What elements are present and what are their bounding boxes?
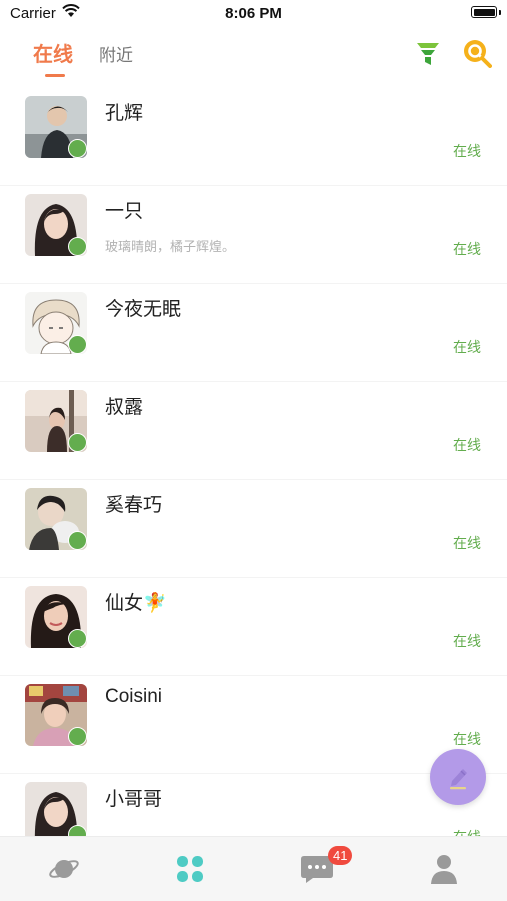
person-icon[interactable] bbox=[424, 851, 464, 887]
online-status: 在线 bbox=[453, 633, 481, 649]
user-signature: 玻璃晴朗，橘子辉煌。 bbox=[105, 239, 236, 254]
online-indicator bbox=[68, 139, 87, 158]
compose-button[interactable] bbox=[430, 749, 486, 805]
user-row[interactable]: 今夜无眠 在线 bbox=[0, 284, 507, 382]
online-indicator bbox=[68, 531, 87, 550]
user-row[interactable]: 仙女🧚 在线 bbox=[0, 578, 507, 676]
user-row[interactable]: 一只 玻璃晴朗，橘子辉煌。 在线 bbox=[0, 186, 507, 284]
user-name: 今夜无眠 bbox=[105, 299, 182, 320]
filter-icon[interactable] bbox=[415, 38, 441, 68]
user-name: Coisini bbox=[105, 686, 163, 707]
status-bar: Carrier 8:06 PM bbox=[0, 0, 507, 28]
online-indicator bbox=[68, 629, 87, 648]
tab-online[interactable]: 在线 bbox=[33, 38, 73, 67]
online-status: 在线 bbox=[453, 437, 481, 453]
online-indicator bbox=[68, 335, 87, 354]
user-name: 一只 bbox=[105, 201, 144, 222]
user-row[interactable]: 奚春巧 在线 bbox=[0, 480, 507, 578]
user-name: 叔露 bbox=[105, 397, 144, 418]
online-status: 在线 bbox=[453, 827, 481, 836]
online-status: 在线 bbox=[453, 143, 481, 159]
grid-icon[interactable] bbox=[170, 851, 210, 887]
user-row[interactable]: Coisini 在线 bbox=[0, 676, 507, 774]
battery-icon bbox=[471, 6, 497, 18]
user-name: 奚春巧 bbox=[105, 495, 163, 516]
bottom-tab-bar bbox=[0, 836, 507, 901]
online-indicator bbox=[68, 237, 87, 256]
user-name: 仙女🧚 bbox=[105, 593, 167, 614]
user-row[interactable]: 孔辉 在线 bbox=[0, 88, 507, 186]
user-name: 小哥哥 bbox=[105, 789, 163, 810]
tab-nearby[interactable]: 附近 bbox=[99, 41, 133, 66]
online-status: 在线 bbox=[453, 339, 481, 355]
online-indicator bbox=[68, 433, 87, 452]
planet-icon[interactable] bbox=[44, 851, 84, 887]
user-list: 孔辉 在线 一只 玻璃晴朗，橘子辉煌。 在线 今夜无眠 在线 叔露 在线 奚春巧… bbox=[0, 88, 507, 836]
search-icon[interactable] bbox=[462, 38, 492, 68]
online-status: 在线 bbox=[453, 535, 481, 551]
online-status: 在线 bbox=[453, 241, 481, 257]
clock: 8:06 PM bbox=[225, 5, 282, 22]
tab-indicator bbox=[45, 74, 65, 77]
online-status: 在线 bbox=[453, 731, 481, 747]
messages-badge: 41 bbox=[328, 846, 353, 865]
pencil-icon bbox=[444, 761, 472, 796]
battery-tip bbox=[499, 10, 501, 15]
user-name: 孔辉 bbox=[105, 103, 144, 124]
online-indicator bbox=[68, 727, 87, 746]
top-tab-bar: 在线 附近 bbox=[0, 34, 507, 84]
user-row[interactable]: 叔露 在线 bbox=[0, 382, 507, 480]
